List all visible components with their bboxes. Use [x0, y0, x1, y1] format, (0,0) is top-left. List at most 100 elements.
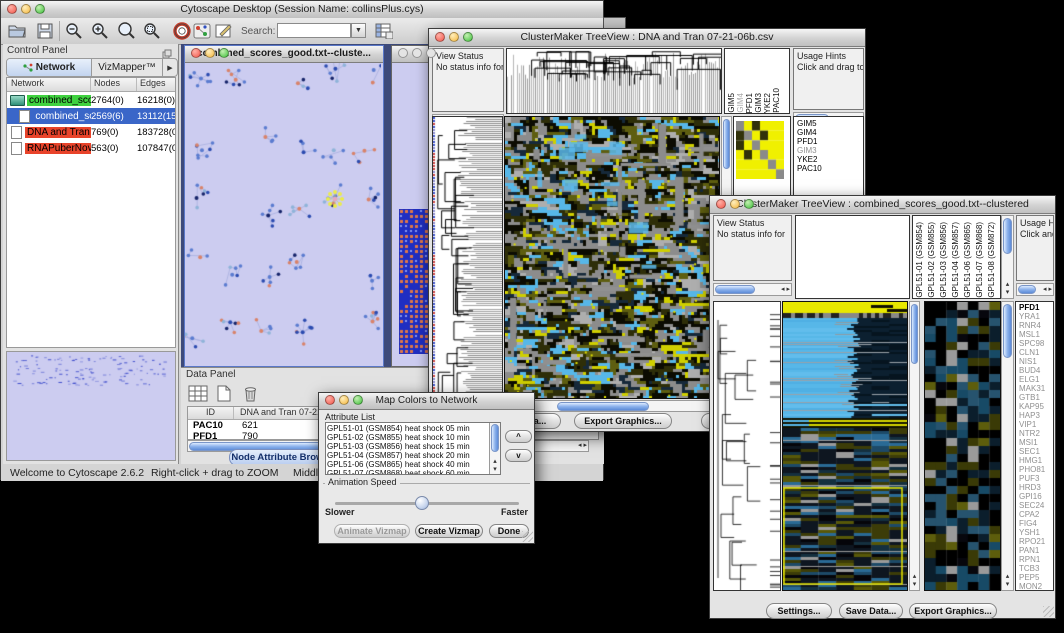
scrollbar-thumb[interactable]: [911, 304, 918, 364]
tv1-heatmap-canvas[interactable]: [505, 117, 719, 398]
col-header-id[interactable]: ID: [188, 407, 234, 419]
tab-vizmapper[interactable]: VizMapper™: [92, 59, 163, 76]
attribute-list-item[interactable]: GPL51-04 (GSM857) heat shock 20 min: [327, 451, 488, 460]
tv2-zoom-heatmap-canvas[interactable]: [925, 302, 1000, 590]
minimize-button[interactable]: [449, 32, 459, 42]
zoom-button[interactable]: [426, 48, 436, 58]
attribute-list-item[interactable]: GPL51-03 (GSM856) heat shock 15 min: [327, 442, 488, 451]
network-list-row[interactable]: RNAPuberNov2+563(0)107847(0): [7, 140, 175, 156]
zoom-button[interactable]: [463, 32, 473, 42]
tv2-save-data-button[interactable]: Save Data...: [839, 603, 903, 619]
attribute-listbox[interactable]: GPL51-01 (GSM854) heat shock 05 minGPL51…: [325, 422, 501, 475]
close-button[interactable]: [7, 4, 17, 14]
scroll-down-arrow[interactable]: ▾: [490, 466, 500, 474]
scrollbar-thumb[interactable]: [1003, 218, 1012, 254]
close-button[interactable]: [191, 48, 201, 58]
tv2-global-heatmap-canvas[interactable]: [783, 302, 907, 590]
treeview2-title-bar[interactable]: ClusterMaker TreeView : combined_scores_…: [710, 196, 1055, 214]
tv2-collabel-scrollbar[interactable]: ▴ ▾: [1001, 215, 1014, 299]
zoom-out-button[interactable]: [63, 20, 85, 42]
tv2-global-heatmap[interactable]: [782, 301, 908, 591]
zoom-button[interactable]: [744, 199, 754, 209]
zoom-selected-button[interactable]: [141, 20, 163, 42]
tv1-row-dendrogram[interactable]: [432, 116, 503, 399]
dialog-title-bar[interactable]: Map Colors to Network: [319, 393, 534, 410]
attribute-list-item[interactable]: GPL51-06 (GSM865) heat shock 40 min: [327, 460, 488, 469]
tv1-hscrollbar[interactable]: [504, 400, 720, 412]
move-up-button[interactable]: ^: [505, 430, 532, 443]
listbox-vscrollbar[interactable]: ▴ ▾: [489, 423, 500, 474]
minimize-button[interactable]: [412, 48, 422, 58]
tv1-heatmap[interactable]: [504, 116, 720, 399]
new-attribute-button[interactable]: [213, 382, 235, 404]
animate-vizmap-button[interactable]: Animate Vizmap: [334, 524, 410, 538]
col-header-nodes[interactable]: Nodes: [91, 78, 137, 91]
zoom-button[interactable]: [353, 395, 363, 405]
minimize-button[interactable]: [339, 395, 349, 405]
scroll-right-arrow[interactable]: ▸: [1047, 286, 1053, 294]
open-session-button[interactable]: [6, 20, 28, 42]
scroll-down-arrow[interactable]: ▾: [910, 581, 919, 589]
close-button[interactable]: [435, 32, 445, 42]
close-button[interactable]: [716, 199, 726, 209]
tv2-row-dendrogram-canvas[interactable]: [714, 302, 780, 590]
treeview1-title-bar[interactable]: ClusterMaker TreeView : DNA and Tran 07-…: [429, 29, 865, 47]
minimize-button[interactable]: [730, 199, 740, 209]
tv2-settings-button[interactable]: Settings...: [766, 603, 832, 619]
tv2-export-graphics-button[interactable]: Export Graphics...: [909, 603, 997, 619]
tabs-overflow-button[interactable]: ▶: [163, 59, 177, 76]
network-list-row[interactable]: combined_sco2569(6)13112(15): [7, 108, 175, 124]
zoom-fit-button[interactable]: [115, 20, 137, 42]
scroll-up-arrow[interactable]: ▴: [490, 458, 500, 466]
tv2-status-scrollbar[interactable]: ◂ ▸: [713, 283, 792, 296]
tv2-row-dendrogram[interactable]: [713, 301, 781, 591]
network-window-title-bar[interactable]: combined_scores_good.txt--cluste...: [185, 46, 383, 63]
move-down-button[interactable]: v: [505, 449, 532, 462]
tv2-hints-scrollbar[interactable]: ◂ ▸: [1016, 283, 1054, 296]
scroll-right-arrow[interactable]: ▸: [582, 442, 588, 450]
scroll-up-arrow[interactable]: ▴: [1002, 281, 1013, 289]
col-header-edges[interactable]: Edges: [137, 78, 175, 91]
scrollbar-thumb[interactable]: [491, 424, 499, 452]
scroll-down-arrow[interactable]: ▾: [1002, 289, 1013, 297]
help-button[interactable]: [171, 20, 193, 42]
scrollbar-thumb[interactable]: [723, 119, 730, 169]
save-session-button[interactable]: [34, 20, 56, 42]
annotation-button[interactable]: [213, 20, 235, 42]
birdseye-view[interactable]: [6, 351, 176, 461]
tv2-zoom-heatmap[interactable]: [924, 301, 1001, 591]
network-view-window[interactable]: combined_scores_good.txt--cluste...: [184, 45, 384, 367]
search-input[interactable]: [277, 23, 351, 38]
network-overview-button[interactable]: [191, 20, 213, 42]
attribute-browser-button[interactable]: [373, 20, 395, 42]
zoom-button[interactable]: [35, 4, 45, 14]
scrollbar-thumb[interactable]: [1018, 285, 1036, 294]
search-dropdown-button[interactable]: ▼: [351, 23, 366, 38]
attribute-list-item[interactable]: GPL51-02 (GSM855) heat shock 10 min: [327, 433, 488, 442]
zoom-button[interactable]: [219, 48, 229, 58]
zoom-in-button[interactable]: [89, 20, 111, 42]
scrollbar-thumb[interactable]: [557, 402, 649, 411]
attribute-list-item[interactable]: GPL51-01 (GSM854) heat shock 05 min: [327, 424, 488, 433]
birdseye-canvas[interactable]: [7, 352, 175, 460]
network-canvas[interactable]: [185, 63, 381, 366]
attribute-list-item[interactable]: GPL51-07 (GSM868) heat shock 60 min: [327, 469, 488, 475]
scroll-right-arrow[interactable]: ▸: [785, 286, 791, 294]
minimize-button[interactable]: [21, 4, 31, 14]
col-header-network[interactable]: Network: [7, 78, 91, 91]
resize-grip[interactable]: [522, 531, 533, 542]
scroll-up-arrow[interactable]: ▴: [910, 573, 919, 581]
minimize-button[interactable]: [205, 48, 215, 58]
tv2-global-vscrollbar[interactable]: ▴ ▾: [909, 301, 920, 591]
network-list-row[interactable]: DNA and Tran 07769(0)183728(0): [7, 124, 175, 140]
close-button[interactable]: [325, 395, 335, 405]
tv1-column-dendrogram-canvas[interactable]: [507, 49, 721, 113]
close-button[interactable]: [398, 48, 408, 58]
scrollbar-thumb[interactable]: [1003, 304, 1012, 358]
tv1-mini-matrix-canvas[interactable]: [736, 121, 784, 179]
tv2-column-dendrogram[interactable]: [795, 215, 910, 299]
tab-network[interactable]: Network: [7, 59, 92, 76]
tv1-column-dendrogram[interactable]: [506, 48, 722, 114]
tv1-export-graphics-button[interactable]: Export Graphics...: [574, 413, 672, 429]
delete-attribute-button[interactable]: [239, 382, 261, 404]
